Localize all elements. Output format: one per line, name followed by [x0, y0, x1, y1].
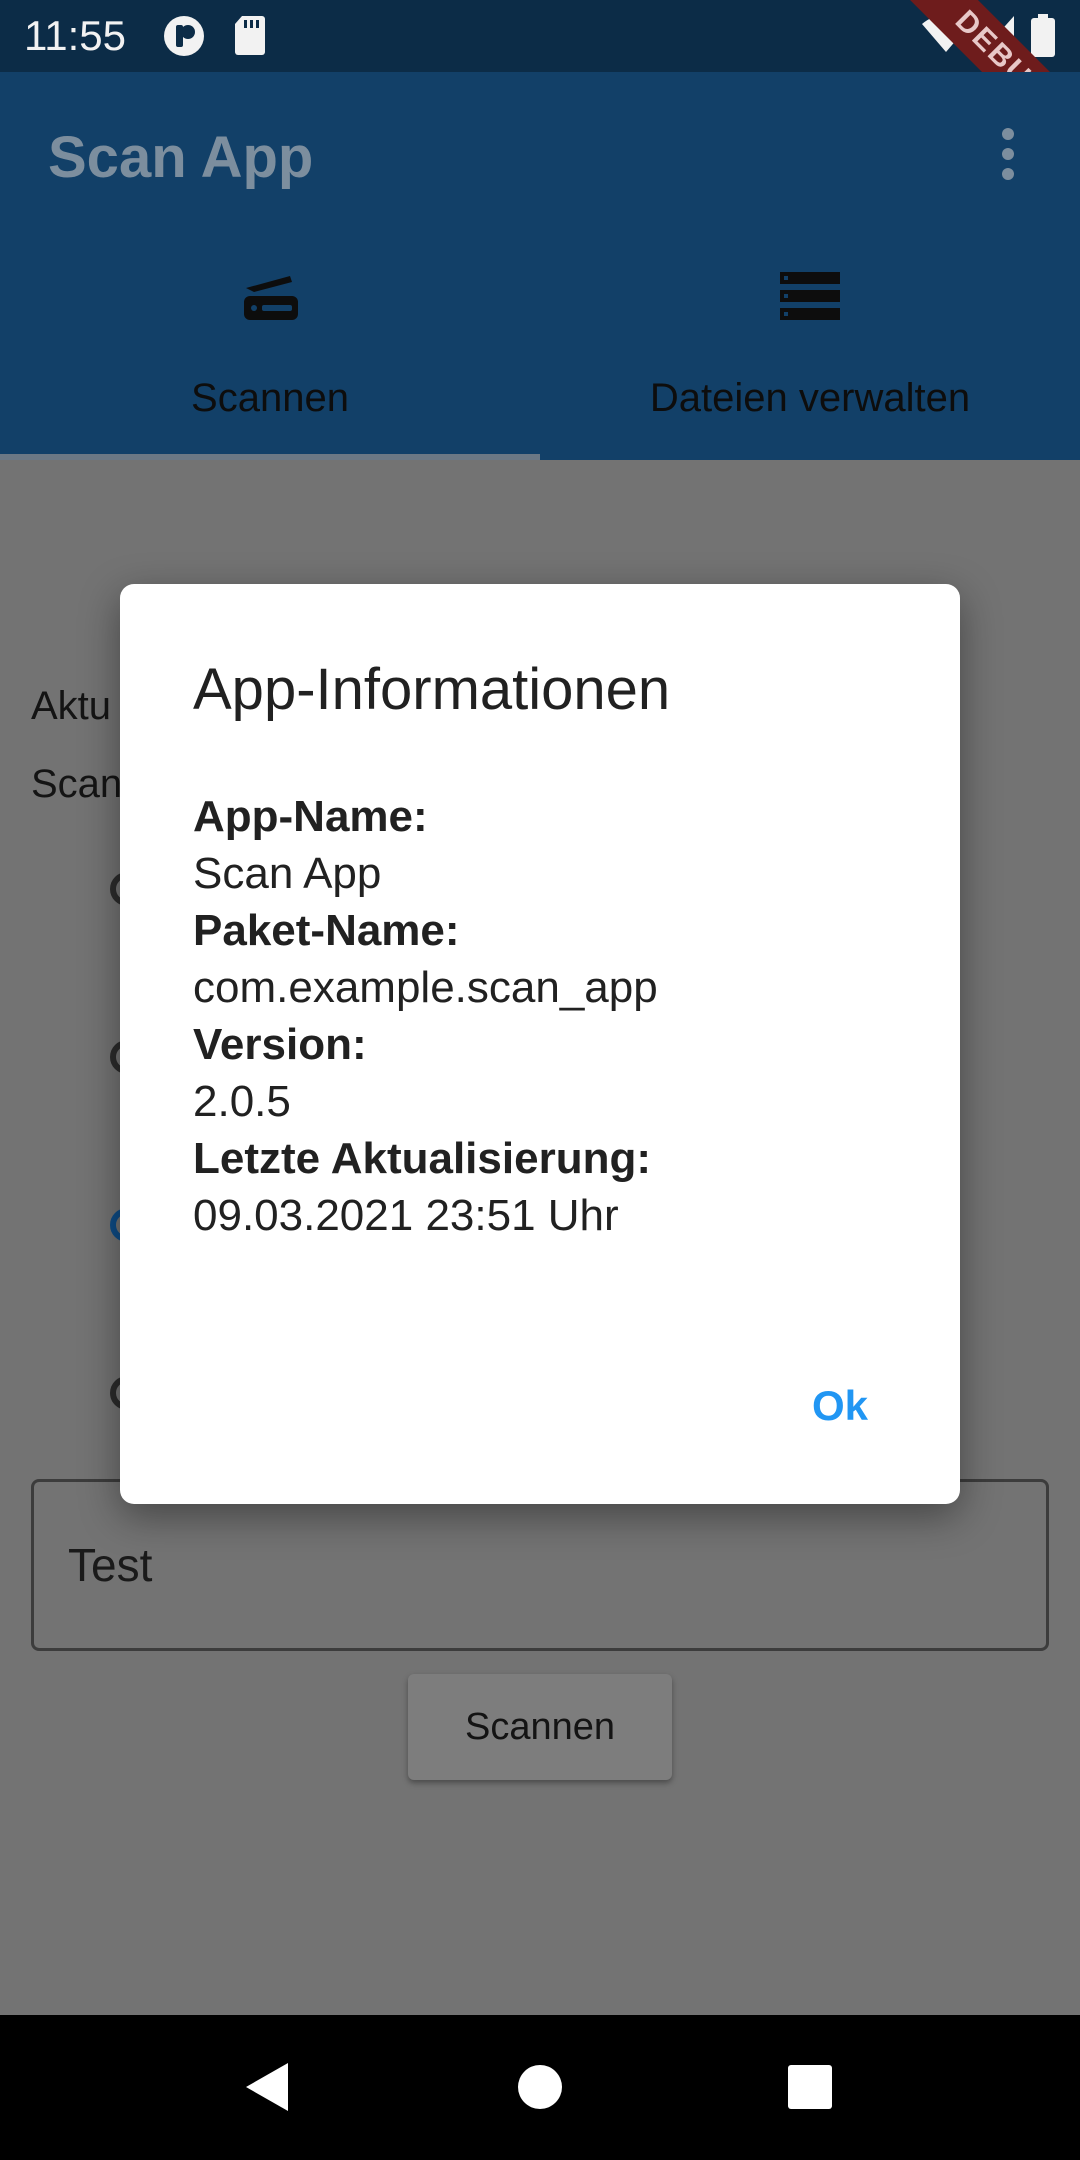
update-value: 09.03.2021 23:51 Uhr	[193, 1191, 619, 1240]
filename-input[interactable]: Test	[31, 1479, 1049, 1651]
version-value: 2.0.5	[193, 1077, 291, 1126]
app-info-dialog: App-Informationen App-Name: Scan App Pak…	[120, 584, 960, 1504]
status-text-line2: Scan	[31, 762, 123, 806]
filename-value: Test	[68, 1539, 153, 1591]
scanner-icon	[0, 272, 540, 329]
sd-card-icon	[234, 14, 266, 61]
app-bar: Scan App Scannen Dateien verwalten	[0, 72, 1080, 460]
package-label: Paket-Name:	[193, 906, 460, 955]
package-value: com.example.scan_app	[193, 963, 658, 1012]
tab-dateien-label: Dateien verwalten	[649, 376, 971, 420]
update-label: Letzte Aktualisierung:	[193, 1134, 651, 1183]
notification-app-icon	[162, 14, 206, 63]
ok-button[interactable]: Ok	[812, 1382, 868, 1430]
info-block: App-Name: Scan App Paket-Name: com.examp…	[193, 788, 658, 1244]
status-text-line1: Aktu	[31, 684, 112, 728]
tab-scannen-label: Scannen	[191, 376, 349, 420]
app-name-label: App-Name:	[193, 792, 428, 841]
status-bar: 11:55 DEBUG	[0, 0, 1080, 174]
more-options-icon[interactable]	[990, 126, 1030, 186]
version-label: Version:	[193, 1020, 367, 1069]
tab-dateien-verwalten[interactable]: Dateien verwalten	[540, 272, 1080, 460]
navigation-bar	[0, 2015, 1080, 2160]
back-icon[interactable]	[244, 2061, 290, 2118]
list-icon	[540, 272, 1080, 327]
recents-icon[interactable]	[786, 2063, 834, 2116]
tab-scannen[interactable]: Scannen	[0, 272, 540, 460]
app-name-value: Scan App	[193, 849, 382, 898]
app-title: Scan App	[48, 125, 314, 190]
dialog-title: App-Informationen	[193, 657, 671, 722]
home-icon[interactable]	[516, 2063, 564, 2116]
scan-button[interactable]: Scannen	[408, 1674, 672, 1780]
status-time: 11:55	[24, 12, 126, 59]
